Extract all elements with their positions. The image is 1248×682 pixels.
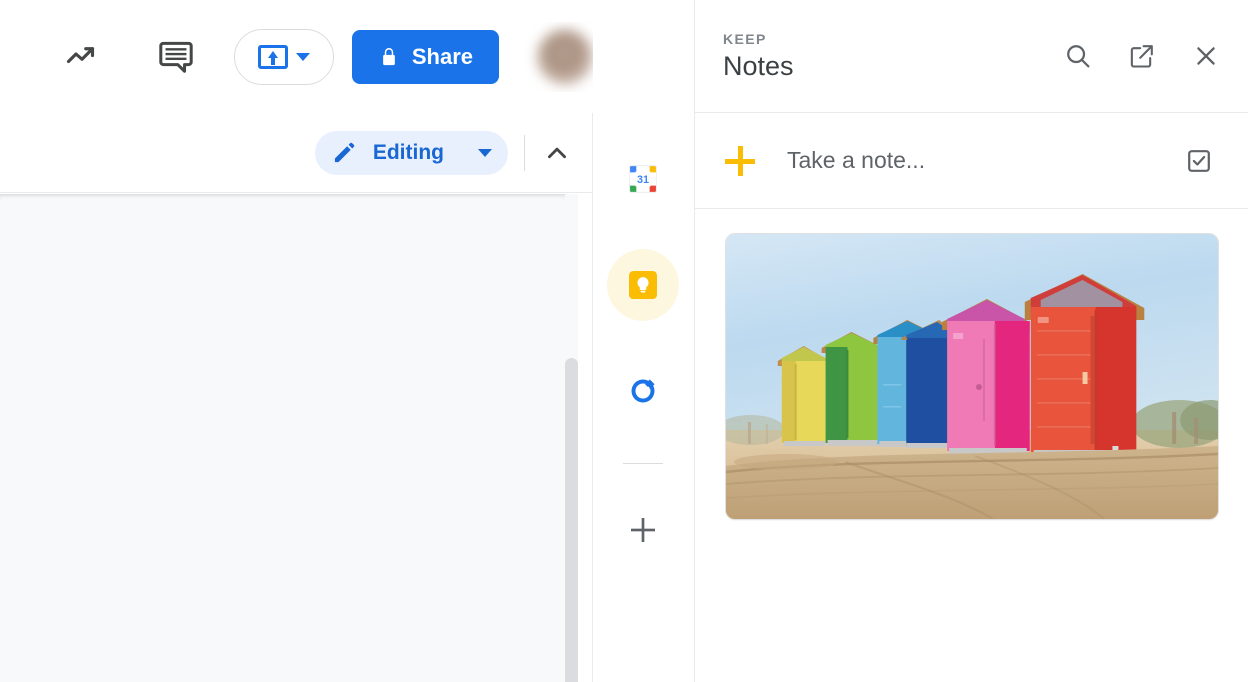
trending-up-icon[interactable] bbox=[58, 33, 106, 81]
lock-icon bbox=[378, 45, 400, 69]
document-right-margin bbox=[578, 194, 593, 682]
chevron-down-icon[interactable] bbox=[478, 149, 492, 157]
share-button[interactable]: Share bbox=[352, 30, 499, 84]
sidebar-item-tasks[interactable] bbox=[607, 355, 679, 427]
editing-mode-chip[interactable]: Editing bbox=[315, 131, 508, 175]
plus-icon bbox=[627, 514, 659, 546]
google-tasks-icon bbox=[624, 372, 662, 410]
pencil-icon bbox=[331, 140, 357, 166]
keep-header-actions bbox=[1054, 32, 1230, 80]
take-a-note-placeholder: Take a note... bbox=[787, 147, 1176, 174]
keep-eyebrow-label: KEEP bbox=[723, 31, 1054, 47]
google-calendar-icon: 31 bbox=[623, 159, 663, 199]
page-title: Notes bbox=[723, 51, 1054, 82]
new-list-icon[interactable] bbox=[1176, 138, 1222, 184]
open-in-new-icon[interactable] bbox=[1118, 32, 1166, 80]
note-image bbox=[726, 234, 1218, 519]
notes-list bbox=[695, 209, 1248, 520]
chevron-down-icon[interactable] bbox=[296, 53, 310, 61]
sidebar-item-calendar[interactable]: 31 bbox=[607, 143, 679, 215]
comment-icon[interactable] bbox=[152, 33, 200, 81]
toolbar-divider bbox=[524, 135, 525, 171]
avatar[interactable] bbox=[523, 22, 593, 92]
docs-editor-area: Share Editing bbox=[0, 0, 593, 682]
collapse-toolbar-button[interactable] bbox=[531, 127, 583, 179]
present-button[interactable] bbox=[234, 29, 334, 85]
keep-notes-panel: KEEP Notes bbox=[694, 0, 1248, 682]
rail-divider bbox=[623, 463, 663, 464]
scrollbar-thumb[interactable] bbox=[565, 358, 578, 682]
note-card[interactable] bbox=[725, 233, 1219, 520]
present-icon bbox=[258, 45, 288, 69]
take-a-note-input[interactable]: Take a note... bbox=[695, 113, 1248, 209]
mode-bar: Editing bbox=[0, 113, 593, 193]
app-screen: Share Editing bbox=[0, 0, 1248, 682]
side-rail: 31 bbox=[593, 113, 693, 682]
sidebar-item-keep[interactable] bbox=[607, 249, 679, 321]
editing-mode-label: Editing bbox=[373, 141, 444, 165]
keep-panel-titles: KEEP Notes bbox=[723, 31, 1054, 82]
chevron-up-icon bbox=[543, 139, 571, 167]
document-page[interactable] bbox=[0, 200, 565, 682]
google-keep-icon bbox=[622, 264, 664, 306]
close-icon[interactable] bbox=[1182, 32, 1230, 80]
svg-text:31: 31 bbox=[637, 174, 649, 186]
document-canvas[interactable] bbox=[0, 194, 593, 682]
avatar-image bbox=[537, 29, 593, 85]
share-button-label: Share bbox=[412, 44, 473, 70]
keep-panel-header: KEEP Notes bbox=[695, 0, 1248, 113]
search-icon[interactable] bbox=[1054, 32, 1102, 80]
plus-icon bbox=[725, 146, 755, 176]
docs-toolbar: Share bbox=[0, 0, 593, 113]
add-addon-button[interactable] bbox=[607, 494, 679, 566]
